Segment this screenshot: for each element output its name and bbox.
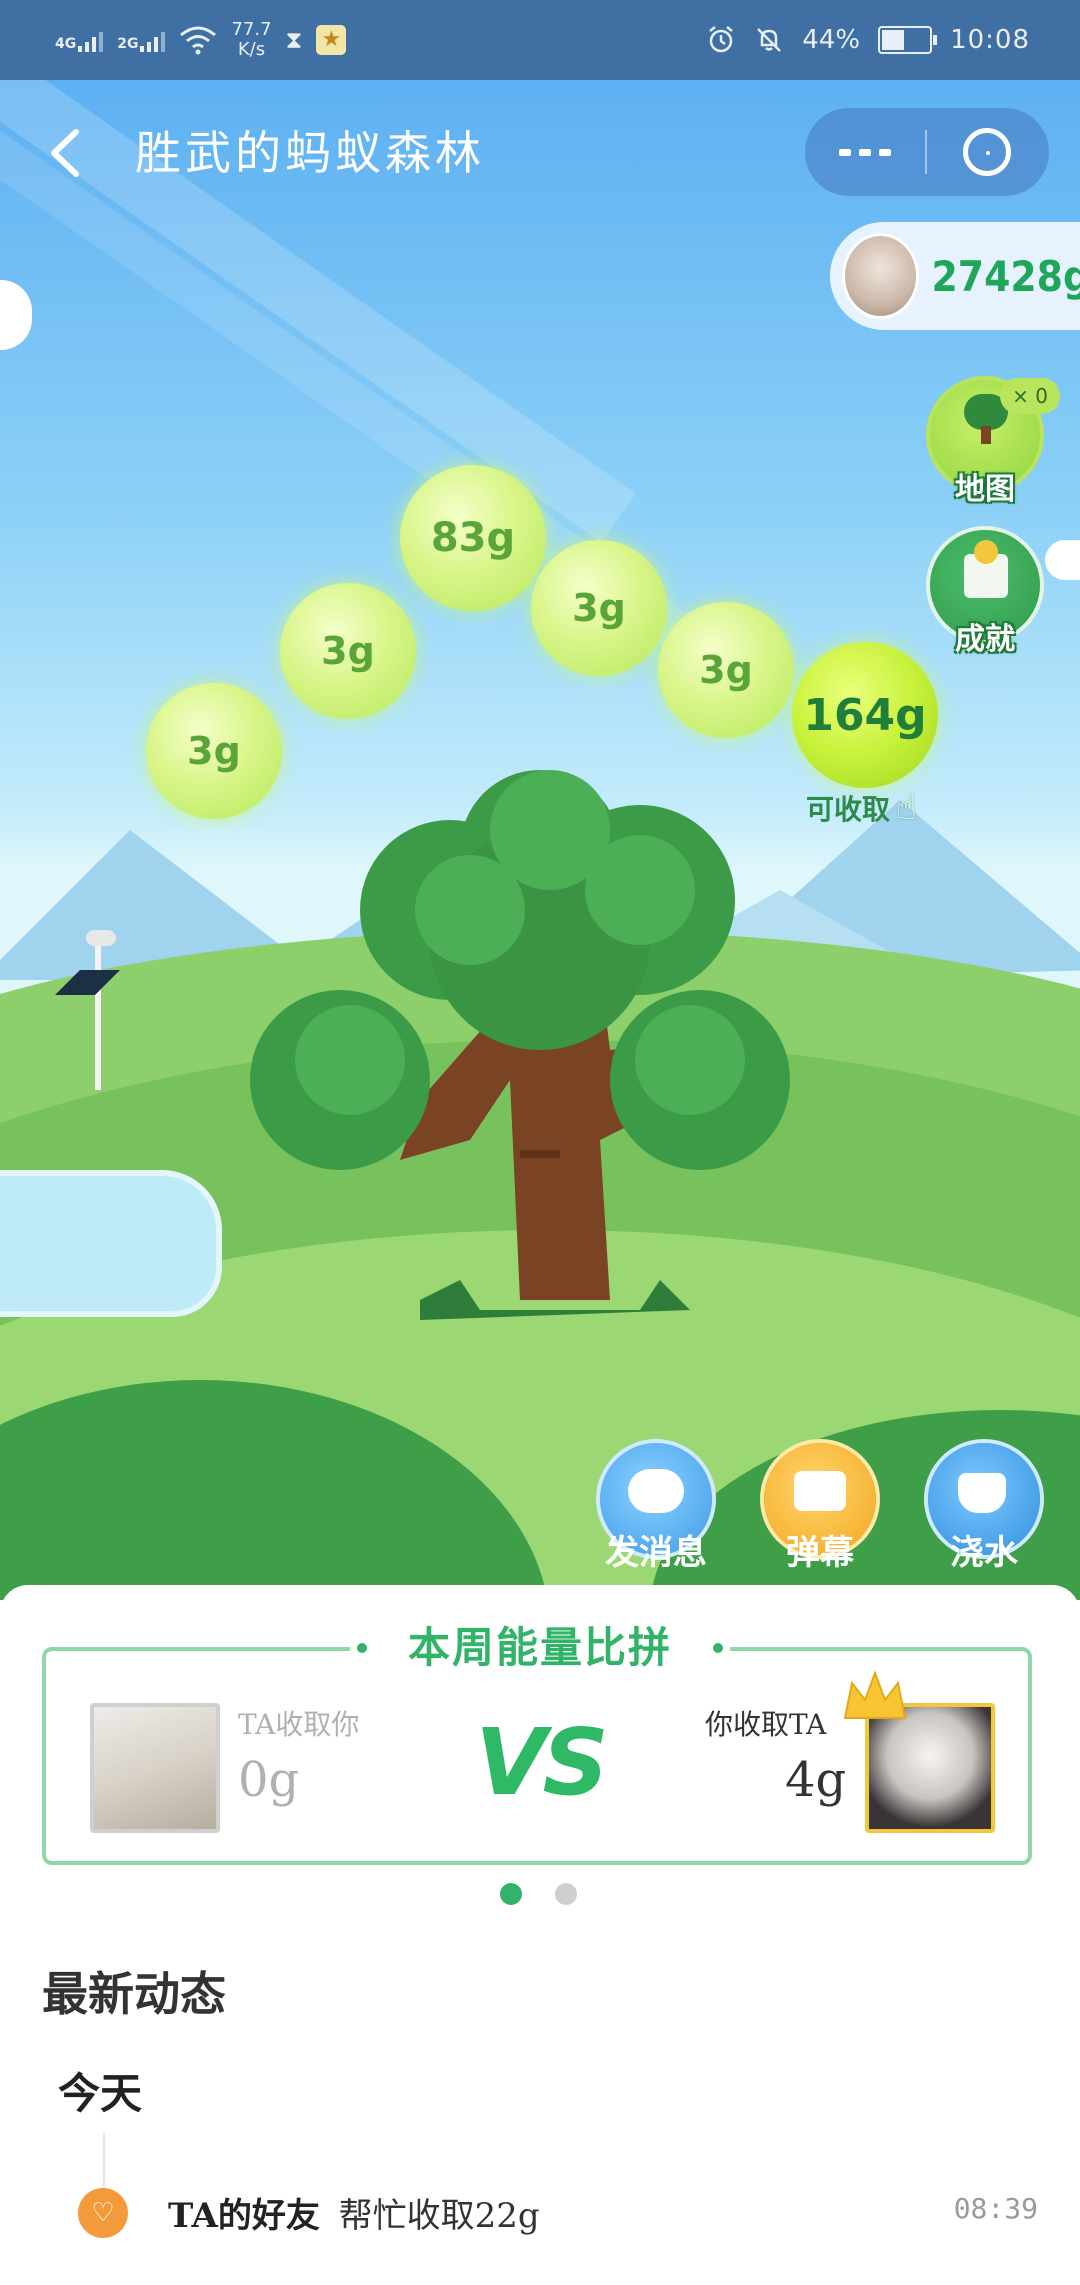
- battery-percent: 44%: [802, 25, 861, 55]
- help-collect-icon: ♡: [78, 2188, 128, 2238]
- water-label: 浇水: [950, 1533, 1018, 1573]
- watering-can-icon: [958, 1473, 1006, 1513]
- signal-icon-sim1: 4G: [55, 28, 104, 52]
- back-button[interactable]: [44, 118, 84, 188]
- tree-trunk: [981, 426, 991, 444]
- network-speed: 77.7 K/s: [231, 20, 271, 60]
- energy-bubble[interactable]: 3g: [531, 540, 667, 676]
- message-button[interactable]: 发消息: [600, 1443, 712, 1573]
- cloud: [1045, 540, 1080, 580]
- status-bar: 4G 2G 77.7 K/s ⧗ ★ 44% 10:08: [0, 0, 1080, 80]
- mute-icon: [757, 28, 782, 52]
- map-badge-count: × 0: [1012, 384, 1048, 408]
- tree: [250, 770, 790, 1320]
- speed-value: 77.7: [231, 19, 272, 40]
- sim1-label: 4G: [55, 36, 77, 52]
- more-icon: [839, 148, 851, 156]
- bubble-value: 3g: [321, 629, 375, 673]
- danmaku-label: 弹幕: [786, 1533, 854, 1573]
- vs-left-value: 0g: [238, 1752, 300, 1808]
- chat-bubble-icon: [628, 1469, 684, 1513]
- clock: 10:08: [950, 25, 1030, 55]
- vs-right-caption: 你收取TA: [705, 1708, 827, 1741]
- bubble-value: 83g: [430, 515, 516, 561]
- bubble-value: 3g: [572, 586, 626, 630]
- pond: [0, 1170, 222, 1317]
- energy-bubble[interactable]: 3g: [280, 583, 416, 719]
- crown-icon: [843, 1670, 907, 1719]
- speed-unit: K/s: [237, 39, 266, 60]
- mini-program-capsule: [805, 108, 1049, 196]
- feed-item[interactable]: TA的好友 帮忙收取22g: [168, 2188, 540, 2237]
- app-notification-icon: ★: [316, 25, 347, 55]
- danmaku-button[interactable]: 弹幕: [764, 1443, 876, 1573]
- comment-icon: [794, 1471, 846, 1511]
- map-button[interactable]: × 0 地图: [930, 378, 1060, 507]
- bubble-value: 164g: [803, 689, 927, 741]
- hourglass-icon: ⧗: [285, 26, 303, 54]
- energy-bubble[interactable]: 83g: [400, 465, 546, 611]
- feed-actor[interactable]: TA的好友: [168, 2196, 320, 2236]
- energy-bubble[interactable]: 3g: [658, 602, 794, 738]
- page-indicator-active[interactable]: [500, 1883, 522, 1905]
- feed-time: 08:39: [953, 2192, 1038, 2225]
- collectible-hint-text: 可收取: [806, 793, 891, 826]
- energy-total: 27428g: [931, 251, 1080, 301]
- sim2-label: 2G: [117, 36, 139, 52]
- chevron-left-icon: [51, 129, 79, 177]
- signal-icon-sim2: 2G: [117, 28, 166, 52]
- vs-text: VS: [475, 1709, 608, 1816]
- friend-avatar[interactable]: [90, 1703, 220, 1833]
- energy-total-pill[interactable]: 27428g: [830, 222, 1080, 330]
- energy-bubble[interactable]: 3g: [146, 683, 282, 819]
- wifi-icon: [180, 26, 217, 55]
- battery-icon: [878, 26, 938, 54]
- vs-left-caption: TA收取你: [238, 1708, 360, 1741]
- energy-bubble-collectible[interactable]: 164g: [792, 642, 938, 788]
- water-button[interactable]: 浇水: [928, 1443, 1040, 1573]
- close-button[interactable]: [927, 108, 1047, 196]
- map-label: 地图: [955, 472, 1015, 507]
- close-circle-icon: [963, 128, 1011, 176]
- feed-action: 帮忙收取22g: [338, 2196, 540, 2236]
- heart-icon: ♡: [91, 2198, 115, 2228]
- page-indicator[interactable]: [555, 1883, 577, 1905]
- map-badge: × 0: [1000, 378, 1060, 414]
- vs-right-value: 4g: [785, 1752, 847, 1808]
- vs-card-title: 本周能量比拼: [350, 1620, 730, 1676]
- solar-lamp: [55, 930, 120, 1090]
- feed-date-today: 今天: [58, 2069, 143, 2118]
- cloud: [0, 280, 32, 350]
- title-dot-right: [713, 1643, 723, 1653]
- more-button[interactable]: [805, 108, 925, 196]
- medal-top: [974, 540, 998, 564]
- achievement-button[interactable]: 成就: [930, 530, 1040, 657]
- user-avatar: [842, 233, 920, 319]
- page-title: 胜武的蚂蚁森林: [135, 126, 485, 180]
- alarm-icon: [709, 26, 734, 53]
- vs-emblem: VS: [440, 1717, 640, 1809]
- title-dot-left: [357, 1643, 367, 1653]
- hand-pointer-icon: ☝: [896, 788, 917, 828]
- message-label: 发消息: [605, 1533, 707, 1573]
- feed-heading: 最新动态: [42, 1967, 226, 2021]
- collectible-hint: 可收取 ☝: [806, 788, 917, 828]
- achievement-label: 成就: [955, 622, 1015, 657]
- bubble-value: 3g: [187, 729, 241, 773]
- bubble-value: 3g: [699, 648, 753, 692]
